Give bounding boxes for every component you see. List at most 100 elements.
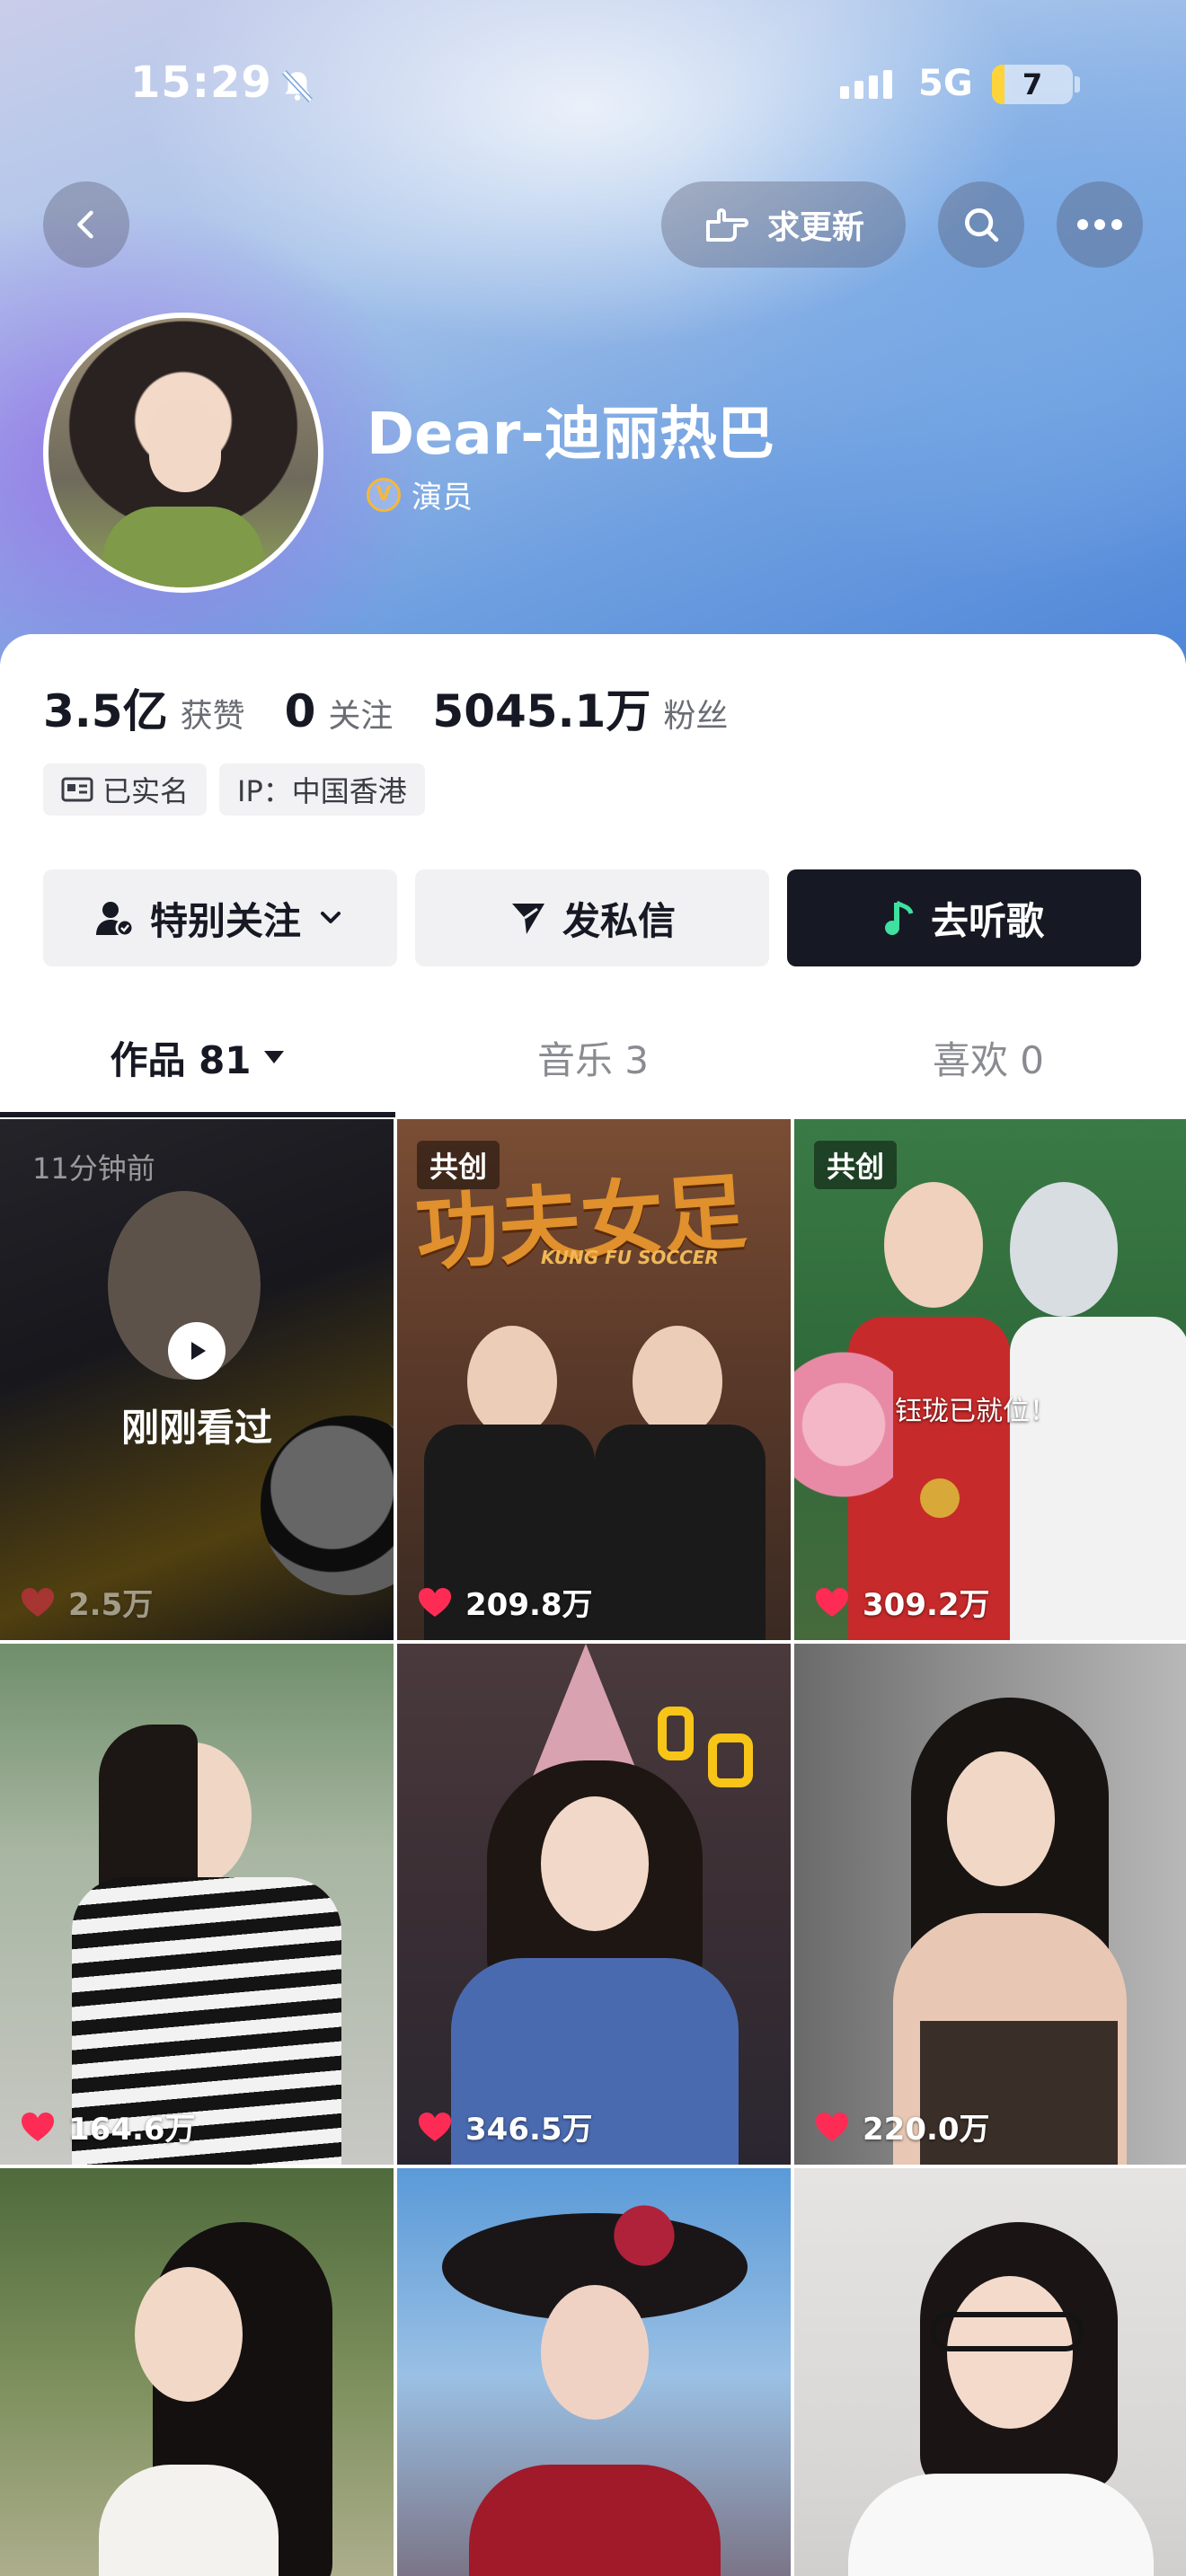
like-count-value: 2.5万 [68, 1587, 154, 1623]
more-button[interactable] [1057, 181, 1143, 268]
heart-icon [22, 2112, 54, 2141]
role-label: 演员 [412, 480, 473, 516]
more-dots-icon [1077, 219, 1122, 230]
thumbnail-figure [135, 2267, 243, 2402]
time-ago: 11分钟前 [32, 1151, 155, 1186]
battery-level: 7 [1022, 67, 1043, 101]
tab-likes[interactable]: 喜欢 0 [791, 997, 1186, 1117]
profile-name: Dear-迪丽热巴 [367, 401, 774, 468]
special-follow-button[interactable]: 特别关注 [43, 869, 397, 966]
tab-label: 作品 81 [110, 1037, 252, 1082]
like-count: 209.8万 [417, 1580, 593, 1624]
stat-label: 获赞 [180, 698, 245, 735]
search-icon [965, 208, 999, 243]
music-note-icon [884, 900, 914, 935]
thumbnail-figure [541, 1796, 649, 1931]
tab-music[interactable]: 音乐 3 [395, 997, 791, 1117]
heart-icon [419, 2112, 451, 2141]
stat-likes[interactable]: 3.5亿 获赞 [43, 675, 245, 740]
video-grid: 11分钟前 刚刚看过 2.5万 功夫女足 KUNG FU SOCCER 共创 2… [0, 1119, 1186, 2576]
thumbnail-glasses [931, 2312, 1084, 2351]
video-thumbnail[interactable] [794, 2168, 1186, 2576]
avatar-face [149, 399, 221, 492]
v-badge-icon: V [367, 477, 401, 512]
like-count: 220.0万 [814, 2104, 990, 2148]
video-thumbnail[interactable]: 346.5万 [397, 1644, 791, 2165]
thumbnail-figure [947, 2276, 1073, 2429]
stat-following[interactable]: 0 关注 [285, 685, 394, 737]
back-button[interactable] [43, 181, 129, 268]
battery-cap [1075, 76, 1080, 93]
thumbnail-hat-flowers [586, 2204, 703, 2267]
like-count-value: 220.0万 [863, 2112, 990, 2148]
send-message-label: 发私信 [562, 898, 676, 943]
stat-value: 3.5亿 [43, 685, 168, 737]
chevron-left-icon [77, 210, 93, 239]
pointing-hand-icon [705, 208, 748, 242]
battery-icon: 7 [992, 65, 1073, 104]
video-thumbnail[interactable]: 11分钟前 刚刚看过 2.5万 [0, 1119, 394, 1640]
search-button[interactable] [938, 181, 1024, 268]
send-message-button[interactable]: 发私信 [415, 869, 769, 966]
thumbnail-flowers [794, 1335, 893, 1514]
thumbnail-figure [541, 2285, 649, 2420]
heart-icon [816, 2112, 848, 2141]
tab-label: 喜欢 0 [932, 1037, 1045, 1082]
sticker-marks [658, 1707, 694, 1760]
profile-tags: 已实名 IP：中国香港 [43, 763, 425, 816]
special-follow-label: 特别关注 [149, 898, 301, 943]
stat-label: 关注 [328, 698, 394, 735]
video-thumbnail[interactable]: 钰珑已就位！ 共创 309.2万 [794, 1119, 1186, 1640]
thumbnail-shirt [1010, 1317, 1186, 1640]
thumbnail-shirt [595, 1425, 766, 1640]
avatar-body [102, 507, 264, 587]
verified-name-tag[interactable]: 已实名 [43, 763, 208, 816]
request-update-label: 求更新 [766, 209, 864, 246]
stat-value: 5045.1万 [432, 685, 651, 737]
status-time: 15:29 [130, 57, 272, 108]
thumbnail-figure [633, 1326, 722, 1437]
verified-name-label: 已实名 [102, 774, 190, 808]
profile-role: V 演员 [367, 472, 473, 516]
stat-followers[interactable]: 5045.1万 粉丝 [432, 675, 728, 740]
silent-bell-icon [281, 70, 314, 102]
request-update-button[interactable]: 求更新 [661, 181, 906, 268]
sticker-marks [708, 1734, 753, 1787]
active-tab-indicator [0, 1112, 395, 1117]
listen-music-button[interactable]: 去听歌 [787, 869, 1141, 966]
thumbnail-caption: 钰珑已就位！ [895, 1396, 1057, 1427]
user-star-icon [95, 902, 135, 938]
content-tabs: 作品 81 音乐 3 喜欢 0 [0, 997, 1186, 1117]
thumbnail-figure [947, 1751, 1055, 1886]
ip-location-tag: IP：中国香港 [219, 763, 425, 816]
thumbnail-top [99, 2465, 279, 2576]
thumbnail-figure [1010, 1182, 1118, 1317]
video-thumbnail[interactable]: 功夫女足 KUNG FU SOCCER 共创 209.8万 [397, 1119, 791, 1640]
thumbnail-medal [920, 1478, 960, 1518]
profile-actions: 特别关注 发私信 去听歌 [43, 869, 1141, 966]
video-thumbnail[interactable]: 220.0万 [794, 1644, 1186, 2165]
video-thumbnail[interactable]: 164.6万 [0, 1644, 394, 2165]
stat-value: 0 [284, 685, 316, 737]
video-thumbnail[interactable] [397, 2168, 791, 2576]
thumbnail-figure [467, 1326, 557, 1437]
collab-badge: 共创 [814, 1141, 898, 1189]
profile-stats: 3.5亿 获赞 0 关注 5045.1万 粉丝 [43, 675, 767, 740]
like-count-value: 164.6万 [68, 2112, 196, 2148]
tab-label: 音乐 3 [536, 1037, 650, 1082]
avatar[interactable] [43, 313, 323, 593]
thumbnail-dress [469, 2465, 721, 2576]
tab-works[interactable]: 作品 81 [0, 997, 395, 1117]
thumbnail-figure [884, 1182, 983, 1308]
heart-icon [816, 1587, 848, 1617]
video-thumbnail[interactable] [0, 2168, 394, 2576]
collab-badge: 共创 [417, 1141, 500, 1189]
id-card-icon [61, 777, 93, 802]
like-count: 2.5万 [20, 1580, 153, 1624]
party-hat [532, 1644, 640, 1778]
heart-icon [22, 1587, 54, 1617]
viewed-overlay [0, 1119, 394, 1640]
just-viewed-label: 刚刚看过 [120, 1406, 272, 1450]
like-count-value: 309.2万 [863, 1587, 990, 1623]
caret-down-icon [263, 1051, 284, 1063]
